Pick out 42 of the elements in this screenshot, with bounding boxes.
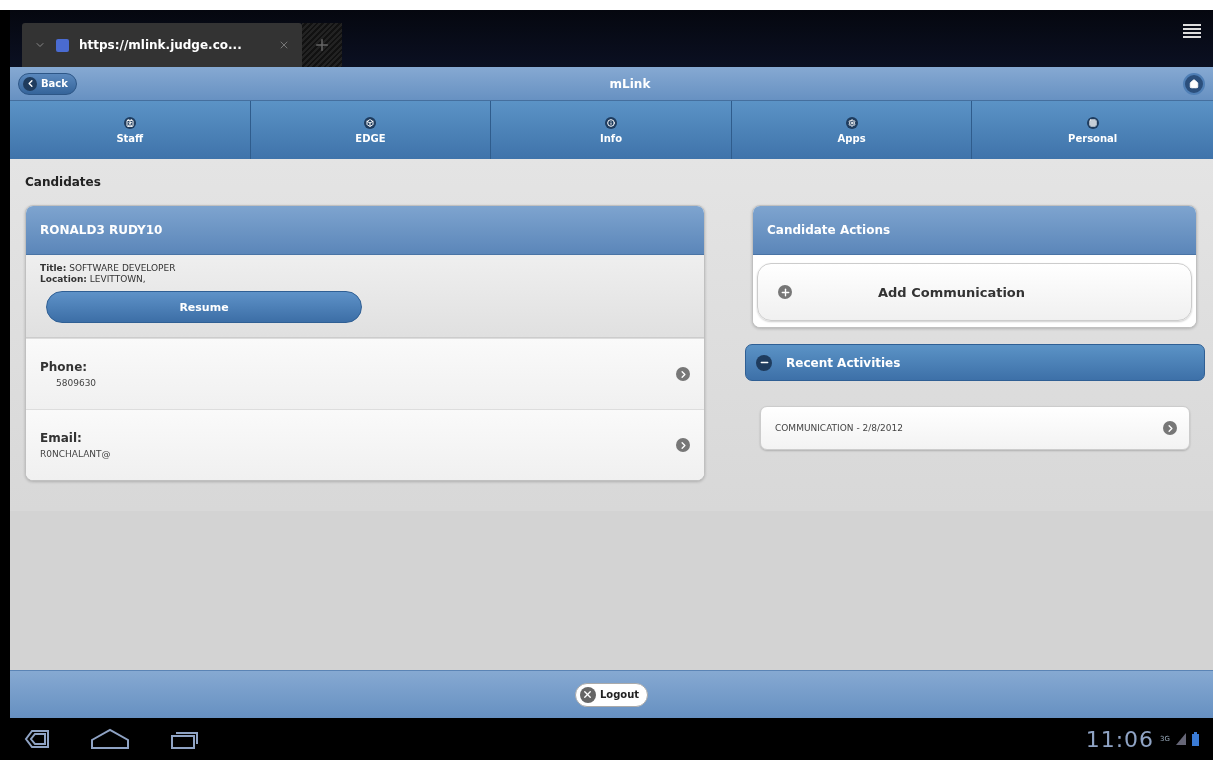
minus-icon [756, 354, 772, 371]
contact-row[interactable]: Phone: 5809630 [26, 338, 704, 409]
contact-value: 5809630 [55, 378, 97, 388]
home-button[interactable] [1183, 72, 1205, 95]
menu-icon[interactable] [1183, 24, 1201, 38]
recent-activities-header[interactable]: Recent Activities [745, 344, 1205, 381]
contact-row[interactable]: Email: R0NCHALANT@ [26, 409, 704, 480]
candidate-name: RONALD3 RUDY10 [26, 206, 704, 255]
back-button[interactable]: Back [18, 72, 77, 95]
signal-icon [1176, 733, 1186, 745]
settings-icon [845, 116, 858, 129]
home-icon [1189, 78, 1199, 89]
contact-value: R0NCHALANT@ [40, 449, 111, 459]
back-icon[interactable] [24, 729, 50, 749]
chevron-icon [1163, 421, 1177, 435]
browser-tab[interactable]: https://mlink.judge.co... [22, 23, 302, 67]
plus-icon [313, 36, 331, 54]
plus-icon [778, 285, 792, 299]
chevron-icon [676, 367, 690, 381]
contact-label: Phone: [40, 360, 89, 374]
card-title: Candidate Actions [753, 206, 1196, 255]
add-communication-button[interactable]: Add Communication [757, 263, 1192, 321]
resume-button[interactable]: Resume [46, 291, 362, 323]
battery-icon [1192, 732, 1199, 746]
contact-label: Email: [40, 431, 83, 445]
info-icon [605, 116, 617, 129]
tab-title: https://mlink.judge.co... [79, 38, 243, 52]
home-icon[interactable] [90, 728, 130, 750]
candidate-detail: Title: SOFTWARE DEVELOPER [40, 263, 177, 274]
chevron-icon [676, 438, 690, 452]
globe-icon [56, 38, 69, 52]
app-title: mLink [609, 76, 651, 91]
nav-tab[interactable]: Personal [972, 101, 1213, 159]
contact-card-icon [123, 116, 136, 129]
cube-icon [364, 116, 377, 129]
clock-time: 11:06 [1085, 726, 1155, 752]
candidate-detail: Location: LEVITTOWN, [40, 274, 147, 285]
close-icon[interactable] [278, 39, 290, 51]
activity-item[interactable]: COMMUNICATION - 2/8/2012 [760, 406, 1190, 450]
logout-button[interactable]: Logout [574, 682, 649, 707]
page-title: Candidates [25, 175, 102, 189]
close-icon [579, 686, 596, 703]
